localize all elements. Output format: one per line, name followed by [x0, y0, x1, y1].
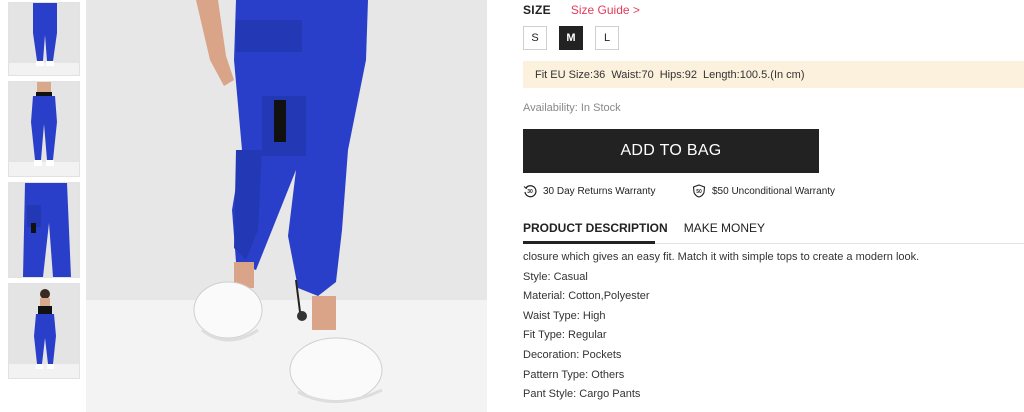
attr-style: Style: Casual: [523, 270, 588, 283]
returns-warranty[interactable]: 30 30 Day Returns Warranty: [523, 184, 655, 198]
unconditional-warranty-label: $50 Unconditional Warranty: [712, 185, 836, 197]
shield-50-icon: 50: [692, 184, 706, 198]
attr-waist-type: Waist Type: High: [523, 309, 606, 322]
fit-length: Length:100.5.(In cm): [703, 68, 805, 81]
thumbnail-4-image: [9, 284, 79, 378]
fit-eu-size: Fit EU Size:36: [535, 68, 606, 81]
thumbnail-1[interactable]: [8, 2, 80, 76]
svg-text:50: 50: [696, 189, 702, 195]
thumbnail-2[interactable]: [8, 81, 80, 177]
fit-hips: Hips:92: [659, 68, 697, 81]
size-option-s[interactable]: S: [523, 26, 547, 50]
thumbnail-2-image: [9, 82, 79, 176]
product-tabs: PRODUCT DESCRIPTION MAKE MONEY: [523, 221, 765, 241]
unconditional-warranty[interactable]: 50 $50 Unconditional Warranty: [692, 184, 835, 198]
size-option-l[interactable]: L: [595, 26, 619, 50]
attr-material: Material: Cotton,Polyester: [523, 290, 650, 303]
thumbnail-3-image: [9, 183, 79, 277]
product-description: closure which gives an easy fit. Match i…: [523, 248, 1024, 405]
tab-make-money[interactable]: MAKE MONEY: [684, 221, 765, 241]
tab-product-description[interactable]: PRODUCT DESCRIPTION: [523, 221, 668, 241]
availability-status: Availability: In Stock: [523, 102, 621, 114]
attr-pant-style: Pant Style: Cargo Pants: [523, 388, 641, 401]
fit-info-bar: Fit EU Size:36 Waist:70 Hips:92 Length:1…: [523, 61, 1024, 88]
thumbnail-4[interactable]: [8, 283, 80, 379]
thumbnail-1-image: [9, 3, 79, 75]
add-to-bag-button[interactable]: ADD TO BAG: [523, 129, 819, 173]
size-options: S M L: [523, 26, 619, 50]
size-guide-link[interactable]: Size Guide >: [571, 3, 640, 17]
svg-text:30: 30: [527, 189, 533, 195]
attr-pattern-type: Pattern Type: Others: [523, 368, 625, 381]
thumbnail-gallery: [0, 0, 86, 412]
size-header: SIZE Size Guide >: [523, 3, 640, 17]
product-photo: [86, 0, 487, 412]
size-label: SIZE: [523, 3, 551, 17]
returns-30-icon: 30: [523, 185, 537, 198]
product-details: SIZE Size Guide > S M L Fit EU Size:36 W…: [487, 0, 1024, 412]
fit-waist: Waist:70: [611, 68, 654, 81]
description-intro: closure which gives an easy fit. Match i…: [523, 251, 920, 263]
returns-warranty-label: 30 Day Returns Warranty: [543, 185, 656, 197]
attr-decoration: Decoration: Pockets: [523, 348, 622, 361]
thumbnail-3[interactable]: [8, 182, 80, 278]
size-option-m[interactable]: M: [559, 26, 583, 50]
tab-active-indicator: [523, 241, 655, 244]
main-product-image: [86, 0, 487, 412]
attr-fit-type: Fit Type: Regular: [523, 329, 607, 342]
